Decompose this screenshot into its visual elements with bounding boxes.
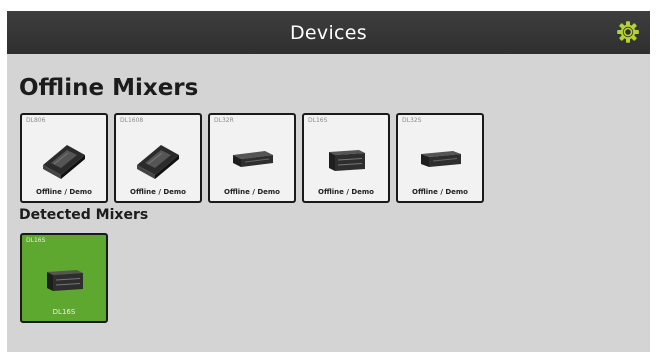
tablet-mixer-icon (116, 135, 200, 183)
header-bar: Devices (7, 11, 650, 54)
tile-status: Offline / Demo (318, 188, 374, 196)
offline-mixers-heading: Offline Mixers (19, 75, 199, 101)
tile-mixer-name: DL16S (308, 117, 328, 124)
rack-mixer-icon (210, 135, 294, 183)
gear-icon (617, 21, 639, 43)
tile-status: Offline / Demo (412, 188, 468, 196)
tile-status: Offline / Demo (130, 188, 186, 196)
detected-mixer-tile[interactable]: DL16S DL16S (20, 233, 108, 323)
tablet-mixer-icon (22, 135, 106, 183)
tile-status: DL16S (52, 308, 76, 316)
page-title: Devices (290, 21, 367, 44)
detected-mixers-heading: Detected Mixers (19, 207, 149, 223)
offline-mixer-tile[interactable]: DL32S Offline / Demo (396, 113, 484, 203)
tile-status: Offline / Demo (224, 188, 280, 196)
stagebox-mixer-icon (22, 255, 106, 303)
rack-mixer-icon (398, 135, 482, 183)
devices-screen: Devices Offline Mixers DL806 Offline / D… (7, 11, 650, 352)
stagebox-mixer-icon (304, 135, 388, 183)
tile-mixer-name: DL806 (26, 117, 46, 124)
tile-mixer-name: DL32R (214, 117, 234, 124)
offline-mixer-tile[interactable]: DL1608 Offline / Demo (114, 113, 202, 203)
settings-button[interactable] (616, 20, 640, 44)
tile-mixer-name: DL16S (26, 237, 46, 244)
tile-mixer-name: DL1608 (120, 117, 144, 124)
tile-status: Offline / Demo (36, 188, 92, 196)
offline-mixer-tile[interactable]: DL16S Offline / Demo (302, 113, 390, 203)
offline-mixer-tile[interactable]: DL32R Offline / Demo (208, 113, 296, 203)
tile-mixer-name: DL32S (402, 117, 422, 124)
offline-mixer-tile[interactable]: DL806 Offline / Demo (20, 113, 108, 203)
